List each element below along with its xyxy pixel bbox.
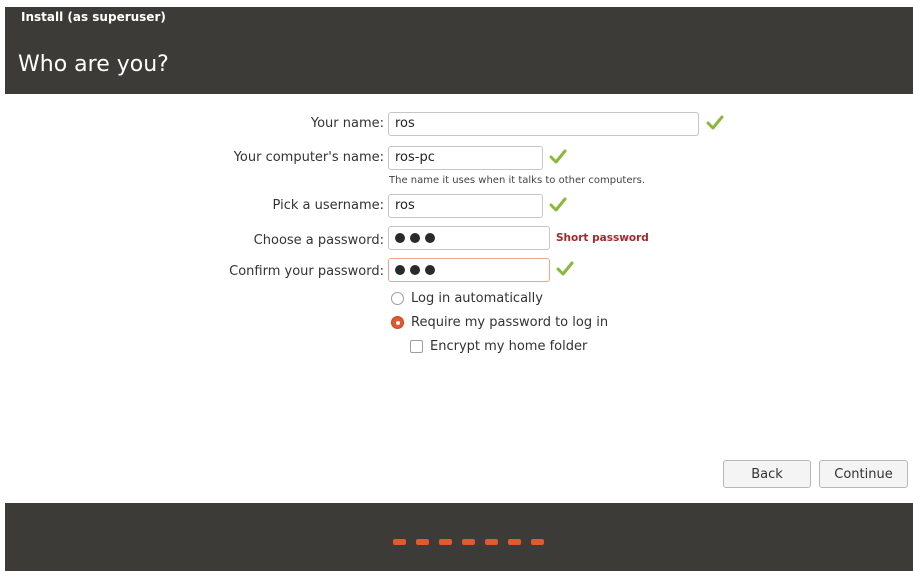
confirm-valid-check-icon [556, 261, 574, 276]
back-button[interactable]: Back [723, 460, 811, 488]
encrypt-home-checkbox[interactable] [410, 340, 423, 353]
progress-step [485, 539, 498, 545]
password-strength-status: Short password [556, 232, 649, 244]
computer-name-valid-check-icon [549, 149, 567, 164]
window-title: Install (as superuser) [21, 10, 166, 24]
username-label: Pick a username: [272, 198, 384, 213]
computer-name-hint: The name it uses when it talks to other … [389, 175, 646, 186]
password-label: Choose a password: [253, 233, 384, 248]
require-password-radio[interactable] [391, 316, 404, 329]
page-title: Who are you? [18, 52, 169, 77]
progress-step [439, 539, 452, 545]
name-valid-check-icon [706, 115, 724, 130]
require-password-label: Require my password to log in [411, 315, 609, 330]
progress-step [508, 539, 521, 545]
password-mask [395, 230, 543, 246]
encrypt-home-option[interactable]: Encrypt my home folder [410, 339, 587, 354]
require-password-option[interactable]: Require my password to log in [391, 315, 608, 330]
continue-button[interactable]: Continue [819, 460, 908, 488]
login-auto-radio[interactable] [391, 292, 404, 305]
encrypt-home-label: Encrypt my home folder [430, 339, 588, 354]
confirm-password-mask [395, 262, 543, 278]
username-field[interactable]: ros [388, 194, 543, 218]
computer-name-label: Your computer's name: [233, 150, 384, 165]
installer-header: Install (as superuser) Who are you? [5, 7, 913, 94]
confirm-password-label: Confirm your password: [229, 264, 384, 279]
installer-footer [5, 503, 913, 571]
progress-step [531, 539, 544, 545]
progress-indicator [393, 539, 544, 545]
username-valid-check-icon [549, 197, 567, 212]
password-field[interactable] [388, 226, 550, 250]
login-auto-label: Log in automatically [411, 291, 543, 306]
confirm-password-field[interactable] [388, 258, 550, 282]
progress-step [462, 539, 475, 545]
name-field[interactable]: ros [388, 112, 699, 136]
computer-name-field[interactable]: ros-pc [388, 146, 543, 170]
progress-step [416, 539, 429, 545]
login-auto-option[interactable]: Log in automatically [391, 291, 543, 306]
name-label: Your name: [310, 116, 384, 131]
progress-step [393, 539, 406, 545]
